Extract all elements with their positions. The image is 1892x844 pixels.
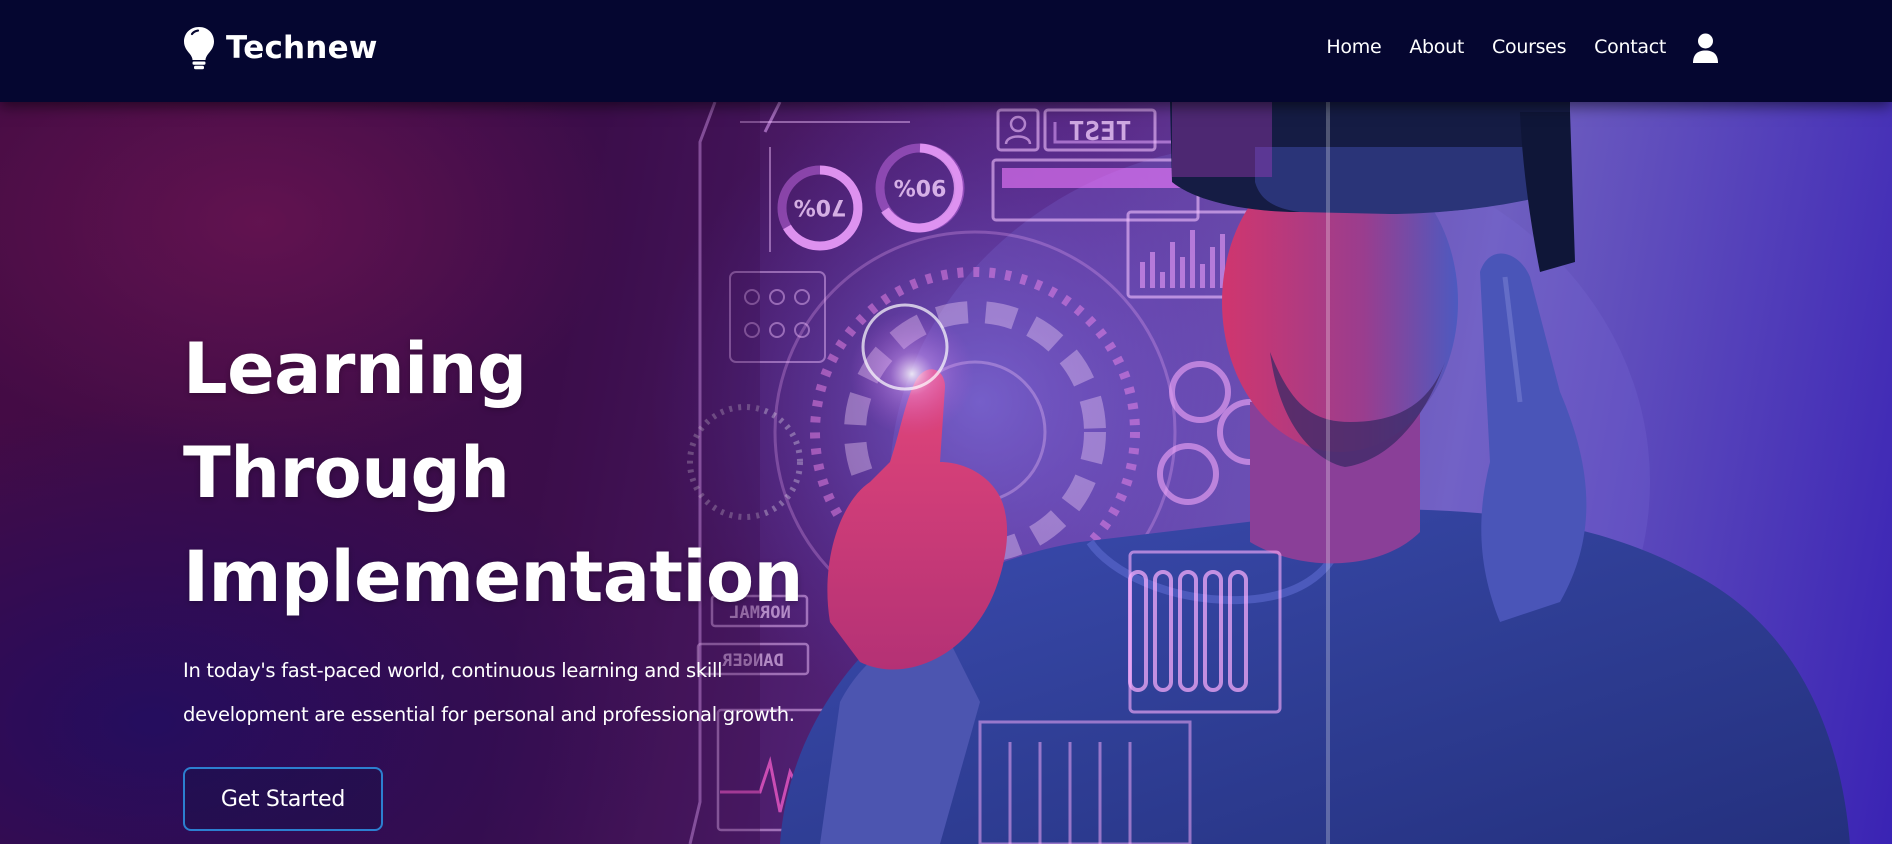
brand-logo[interactable]: Technew [183,24,378,72]
hero-content: Learning Through Implementation In today… [183,317,823,831]
get-started-button[interactable]: Get Started [183,767,383,831]
ring-label-90: 90% [894,174,947,199]
nav-link-contact[interactable]: Contact [1594,36,1666,58]
hero-description-line-1: In today's fast-paced world, continuous … [183,659,723,682]
nav-menu: Home About Courses Contact [1298,36,1666,58]
hero-section: 70% 90% TEST NORMAL DANGER Learning Thro… [0,102,1892,844]
user-account-button[interactable] [1692,33,1719,65]
page: Technew Home About Courses Contact 70% 9… [0,0,1892,844]
hero-title-line-2: Implementation [183,536,803,618]
nav-link-about[interactable]: About [1409,36,1464,58]
user-icon [1693,33,1718,63]
hero-description-line-2: development are essential for personal a… [183,703,795,726]
ring-label-70: 70% [794,194,847,219]
brand-name: Technew [226,30,378,66]
test-label: TEST [1069,117,1132,147]
hero-description: In today's fast-paced world, continuous … [183,649,803,737]
navbar: Technew Home About Courses Contact [0,0,1892,102]
nav-link-courses[interactable]: Courses [1492,36,1566,58]
hero-title: Learning Through Implementation [183,317,823,629]
lightbulb-icon [184,27,214,70]
nav-link-home[interactable]: Home [1326,36,1381,58]
hero-title-line-1: Learning Through [183,328,527,514]
